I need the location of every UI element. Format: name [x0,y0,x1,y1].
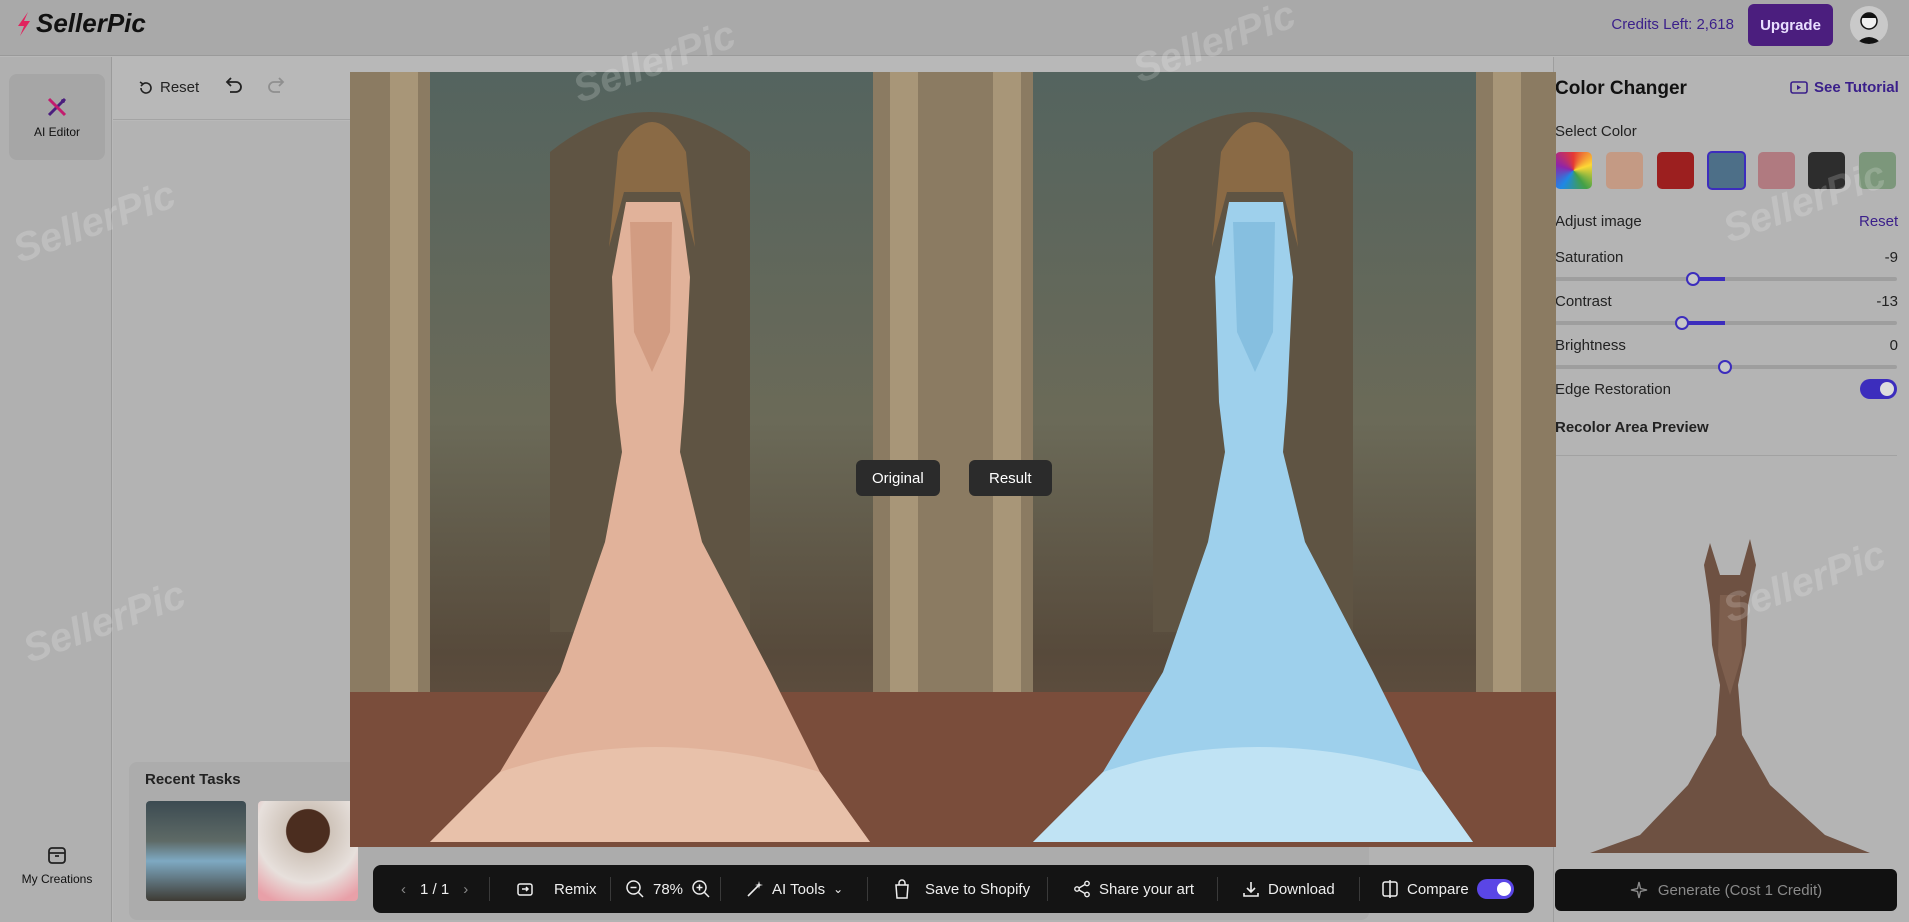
tutorial-icon [1790,80,1808,94]
divider [867,877,868,901]
compare-viewer[interactable] [350,72,1556,847]
swatch-red[interactable] [1657,152,1694,189]
recent-tasks-title: Recent Tasks [145,771,241,788]
download-label: Download [1268,880,1335,898]
zoom-control: 78% [625,865,711,913]
select-color-label: Select Color [1555,123,1637,140]
compare-toggle[interactable] [1477,879,1514,899]
prev-page-icon[interactable]: ‹ [401,881,406,898]
recent-task-thumb[interactable] [258,801,358,901]
swatch-steel-blue-selected[interactable] [1707,151,1746,190]
page-indicator: 1 / 1 [420,880,450,898]
chevron-down-icon: ⌄ [833,882,844,896]
tutorial-label: See Tutorial [1814,79,1899,96]
swatch-rose[interactable] [1758,152,1795,189]
contrast-slider-handle[interactable] [1675,316,1689,330]
generate-label: Generate (Cost 1 Credit) [1657,881,1823,899]
divider [489,877,490,901]
save-to-shopify-label: Save to Shopify [925,880,1031,898]
reset-button[interactable]: Reset [138,79,199,96]
next-page-icon[interactable]: › [463,881,468,898]
ai-tools-label: AI Tools [772,880,826,898]
pagination: ‹ 1 / 1 › [401,865,468,913]
reset-label: Reset [160,79,200,96]
compare-label: Compare [1407,880,1469,898]
see-tutorial-link[interactable]: See Tutorial [1790,79,1899,96]
share-icon [1074,880,1090,898]
ai-tools-button[interactable]: AI Tools ⌄ [746,865,843,913]
sidebar-item-label: My Creations [21,872,93,886]
divider [720,877,721,901]
divider [610,877,611,901]
ai-editor-icon [47,97,67,117]
divider [1359,877,1360,901]
brightness-label: Brightness [1555,337,1626,354]
zoom-in-icon[interactable] [691,879,711,899]
redo-icon[interactable] [266,77,288,97]
action-bar: ‹ 1 / 1 › Remix 78% AI Tools ⌄ Save to S… [373,865,1534,913]
adjust-reset-button[interactable]: Reset [1859,213,1898,230]
swatch-peach[interactable] [1606,152,1643,189]
logo[interactable]: SellerPic [16,8,146,39]
save-to-shopify-button[interactable]: Save to Shopify [893,865,1030,913]
zoom-out-icon[interactable] [625,879,645,899]
swatch-rainbow[interactable] [1555,152,1592,189]
compare-control[interactable]: Compare [1381,865,1469,913]
brightness-value: 0 [1889,337,1898,354]
remix-button[interactable]: Remix [516,865,597,913]
original-label-chip: Original [856,460,940,496]
generate-button[interactable]: Generate (Cost 1 Credit) [1555,869,1897,911]
remix-icon [517,883,533,896]
edge-restoration-toggle[interactable] [1860,379,1897,399]
logo-icon [18,11,30,36]
undo-icon[interactable] [222,77,244,97]
recent-task-thumb[interactable] [146,801,246,901]
panel-divider [1555,455,1897,456]
swatch-charcoal[interactable] [1808,152,1845,189]
remix-label: Remix [554,880,597,898]
sidebar-item-my-creations[interactable]: My Creations [9,827,105,903]
logo-text: SellerPic [36,8,146,38]
saturation-label: Saturation [1555,249,1624,266]
sidebar-item-ai-editor[interactable]: AI Editor [9,74,105,160]
divider [1047,877,1048,901]
sparkle-icon [1630,881,1648,899]
compare-icon [1382,880,1398,898]
share-label: Share your art [1099,880,1195,898]
brightness-slider-handle[interactable] [1718,360,1732,374]
credits-label: Credits Left: 2,618 [1611,16,1734,33]
divider [1217,877,1218,901]
sidebar-item-label: AI Editor [33,125,81,139]
download-button[interactable]: Download [1242,865,1335,913]
shopify-bag-icon [895,879,909,899]
zoom-level: 78% [653,880,684,898]
adjust-image-label: Adjust image [1555,213,1642,230]
saturation-slider[interactable] [1555,272,1897,286]
contrast-value: -13 [1876,293,1898,310]
panel-title: Color Changer [1555,78,1687,99]
saturation-value: -9 [1884,249,1898,266]
download-icon [1243,882,1259,897]
brightness-slider[interactable] [1555,360,1897,374]
result-label-chip: Result [969,460,1052,496]
saturation-slider-handle[interactable] [1686,272,1700,286]
left-sidebar [0,57,112,922]
contrast-slider[interactable] [1555,316,1897,330]
upgrade-button[interactable]: Upgrade [1748,4,1833,46]
creations-icon [48,847,66,864]
edge-restoration-label: Edge Restoration [1555,381,1671,398]
magic-wand-icon [747,881,763,897]
avatar[interactable] [1850,6,1888,44]
contrast-label: Contrast [1555,293,1612,310]
swatch-sage[interactable] [1859,152,1896,189]
recolor-preview-image [1590,539,1870,853]
reset-icon [139,80,152,94]
share-button[interactable]: Share your art [1073,865,1194,913]
recolor-area-label: Recolor Area Preview [1555,419,1709,436]
